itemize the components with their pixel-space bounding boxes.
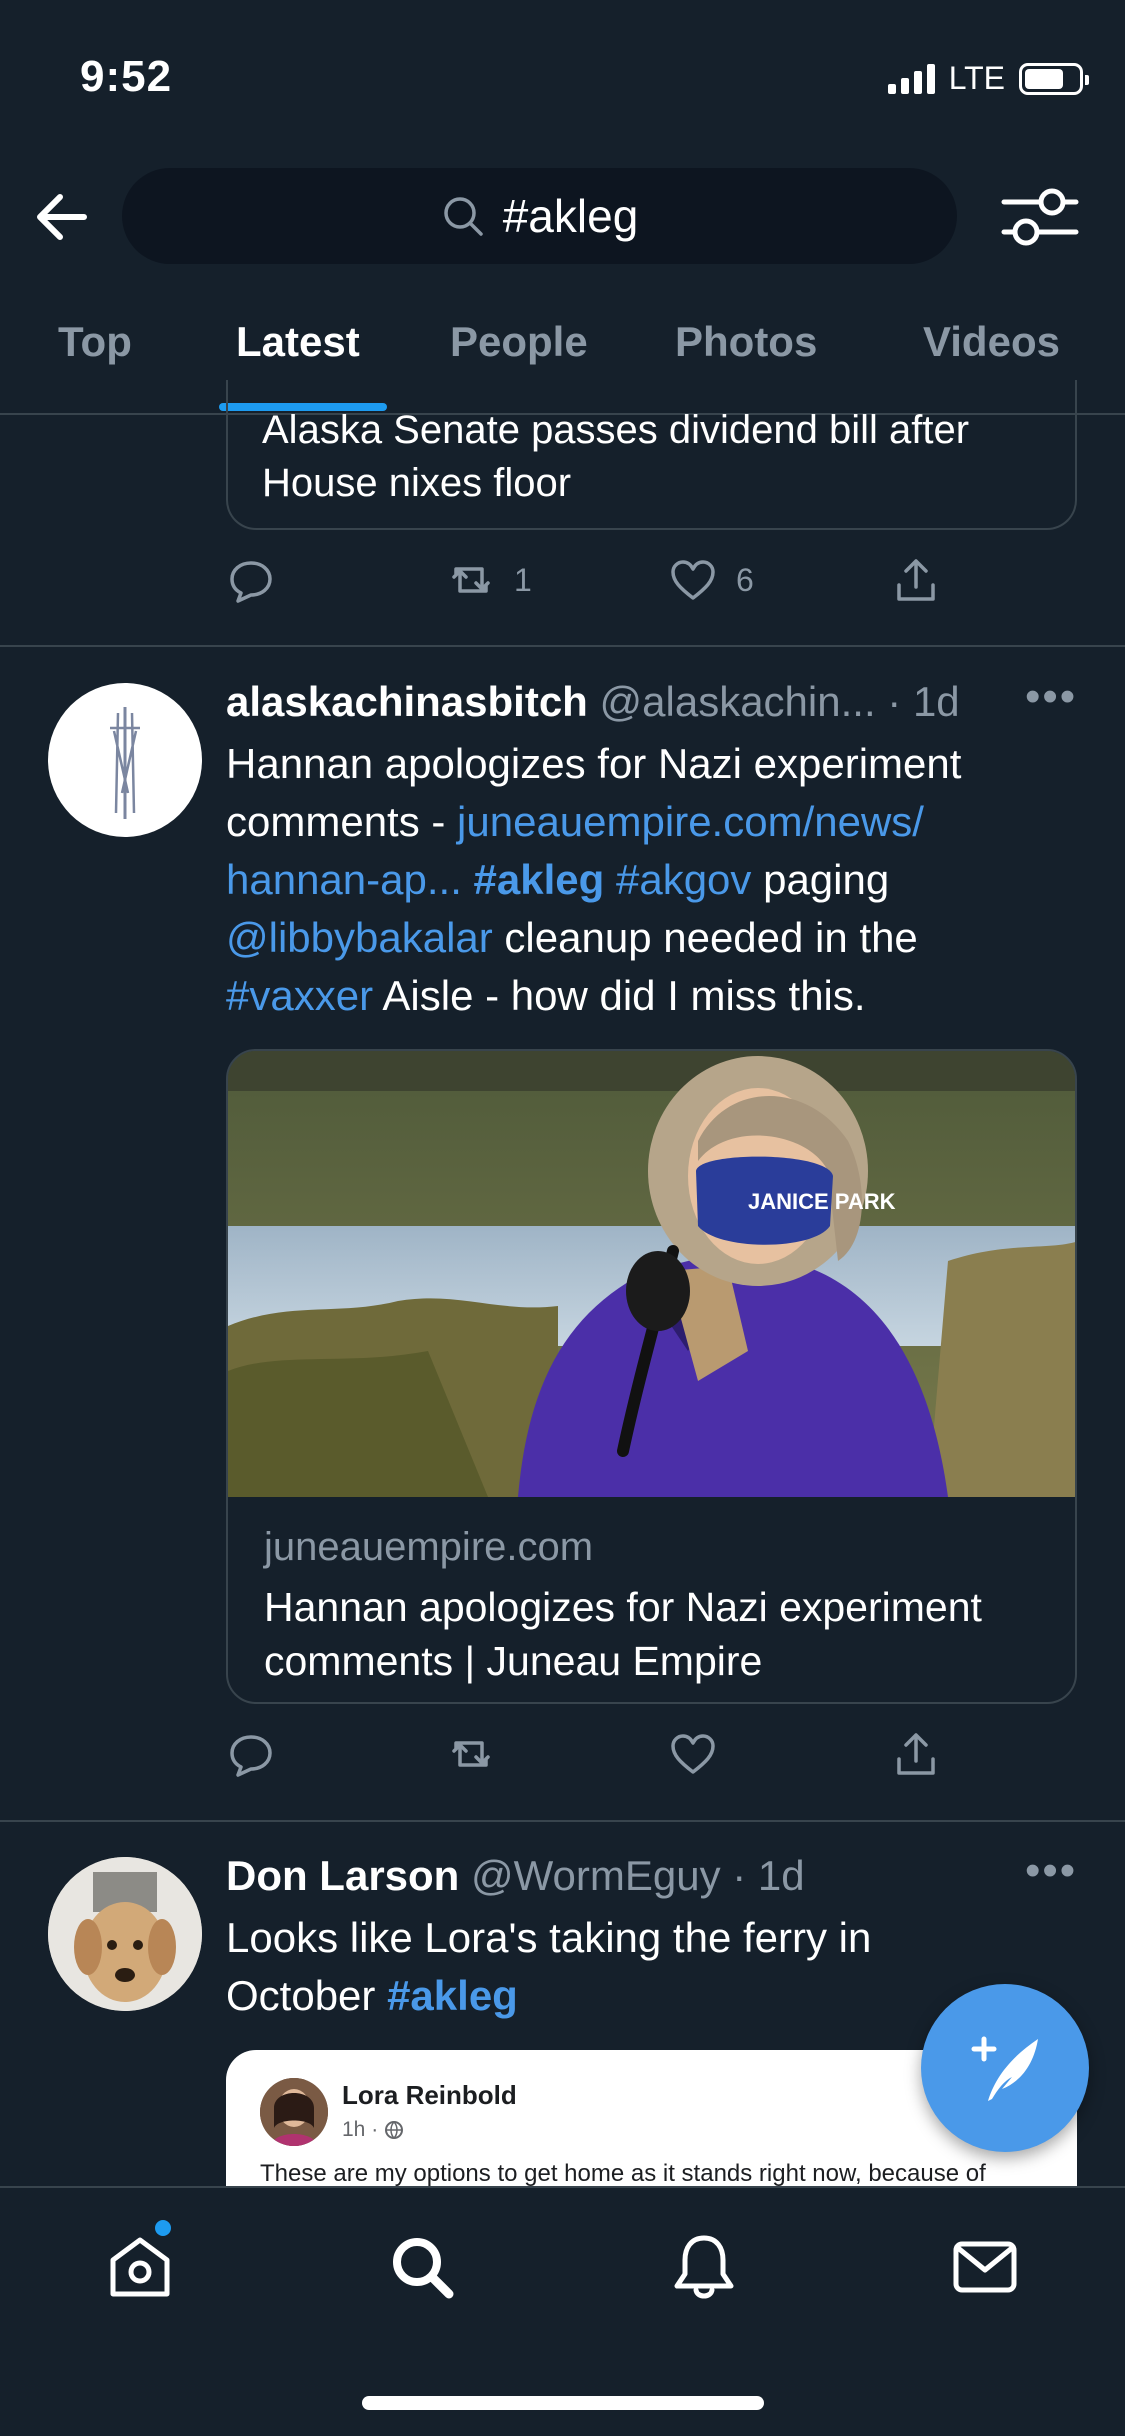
timestamp: · 1d <box>732 1852 805 1899</box>
embedded-time: 1h · <box>342 2118 379 2141</box>
search-icon <box>443 197 483 236</box>
tweet-actions: 1 6 <box>226 550 1046 610</box>
tab-photos[interactable]: Photos <box>675 318 817 366</box>
tab-videos[interactable]: Videos <box>923 318 1060 366</box>
tweet-actions <box>226 1724 1046 1784</box>
avatar[interactable] <box>48 1857 202 2011</box>
hashtag-link[interactable]: #akgov <box>616 856 751 903</box>
tower-logo-icon <box>110 707 140 819</box>
status-time: 9:52 <box>80 52 173 101</box>
globe-icon <box>385 2121 404 2140</box>
hashtag-link[interactable]: #vaxxer <box>226 972 373 1019</box>
heart-icon <box>671 1734 715 1774</box>
reply-icon <box>230 1735 272 1777</box>
search-icon <box>393 2238 454 2299</box>
card-meta: juneauempire.com Hannan apologizes for N… <box>228 1497 1075 1702</box>
tweet-text-segment: Looks like Lora's taking the ferry in Oc… <box>226 1914 872 2019</box>
like-button[interactable]: 6 <box>668 555 754 605</box>
mask-logo: JANICE PARK <box>748 1189 896 1214</box>
retweet-count: 1 <box>514 561 532 598</box>
retweet-button[interactable] <box>446 1729 496 1779</box>
tab-people[interactable]: People <box>450 318 588 366</box>
more-options-button[interactable]: ••• <box>1025 672 1077 722</box>
card-title: Hannan apologizes for Nazi experiment co… <box>264 1584 982 1684</box>
retweet-icon <box>452 567 490 593</box>
nav-messages[interactable] <box>950 2232 1020 2302</box>
more-icon: ••• <box>1025 1846 1078 1895</box>
embedded-text: These are my options to get home as it s… <box>260 2160 986 2187</box>
like-button[interactable] <box>668 1729 718 1779</box>
search-input[interactable]: #akleg <box>122 168 957 264</box>
embedded-meta: 1h · <box>342 2118 404 2142</box>
retweet-icon <box>452 1741 490 1767</box>
card-domain: juneauempire.com <box>264 1525 594 1569</box>
avatar <box>260 2078 328 2146</box>
status-icons: LTE <box>887 60 1089 97</box>
tweet-header: alaskachinasbitch @alaskachin... · 1d <box>226 678 960 726</box>
home-indicator <box>362 2396 764 2410</box>
arrow-left-icon <box>37 194 87 240</box>
tweet-text-segment: paging <box>751 856 890 903</box>
mention-link[interactable]: @libbybakalar <box>226 914 493 961</box>
share-icon <box>897 1733 935 1775</box>
compose-feather-icon <box>971 2036 1038 2101</box>
tweet-text: Hannan apologizes for Nazi experiment co… <box>226 735 1076 1025</box>
card-image: JANICE PARK <box>228 1051 1075 1497</box>
handle[interactable]: @alaskachin... <box>600 678 876 725</box>
home-icon <box>110 2237 170 2297</box>
battery-icon <box>1019 62 1089 95</box>
heart-icon <box>671 560 715 600</box>
reply-button[interactable] <box>226 555 276 605</box>
nav-home[interactable] <box>105 2232 175 2302</box>
link-preview-card[interactable]: JANICE PARK juneauempire.com Hannan apol… <box>226 1049 1077 1704</box>
avatar[interactable] <box>48 683 202 837</box>
divider <box>0 1820 1125 1822</box>
share-button[interactable] <box>891 1729 941 1779</box>
retweet-button[interactable]: 1 <box>446 555 532 605</box>
reply-icon <box>230 561 272 603</box>
person-avatar-image <box>260 2078 328 2146</box>
tweet-text-segment: cleanup needed in the <box>492 914 918 961</box>
network-label: LTE <box>948 60 1005 96</box>
tweet-header: Don Larson @WormEguy · 1d <box>226 1852 805 1900</box>
notification-dot <box>155 2220 171 2236</box>
compose-tweet-button[interactable] <box>921 1984 1089 2152</box>
tweet-text: Looks like Lora's taking the ferry in Oc… <box>226 1909 926 2025</box>
more-icon: ••• <box>1025 672 1078 721</box>
share-icon <box>897 559 935 601</box>
nav-search[interactable] <box>387 2232 457 2302</box>
embedded-name: Lora Reinbold <box>342 2080 517 2110</box>
signal-icon <box>887 63 935 94</box>
display-name[interactable]: alaskachinasbitch <box>226 678 588 725</box>
more-options-button[interactable]: ••• <box>1025 1846 1077 1896</box>
share-button[interactable] <box>891 555 941 605</box>
mail-icon <box>953 2241 1017 2293</box>
tab-top[interactable]: Top <box>58 318 132 366</box>
timestamp: · 1d <box>887 678 960 725</box>
search-filter-button[interactable] <box>1000 184 1080 250</box>
tab-latest[interactable]: Latest <box>236 318 360 366</box>
handle[interactable]: @WormEguy <box>471 1852 721 1899</box>
back-button[interactable] <box>30 185 94 249</box>
nav-notifications[interactable] <box>669 2232 739 2302</box>
link-card-title: Alaska Senate passes dividend bill after… <box>262 408 970 505</box>
tweet-text-segment: Aisle - how did I miss this. <box>373 972 866 1019</box>
hashtag-link[interactable]: #akleg <box>474 856 605 903</box>
search-query: #akleg <box>502 190 639 242</box>
hashtag-link[interactable]: #akleg <box>387 1972 518 2019</box>
divider <box>0 645 1125 647</box>
sliders-icon <box>1001 188 1079 246</box>
dog-avatar-image <box>48 1857 202 2011</box>
bell-icon <box>674 2235 734 2299</box>
display-name[interactable]: Don Larson <box>226 1852 459 1899</box>
reply-button[interactable] <box>226 1729 276 1779</box>
like-count: 6 <box>736 561 754 598</box>
